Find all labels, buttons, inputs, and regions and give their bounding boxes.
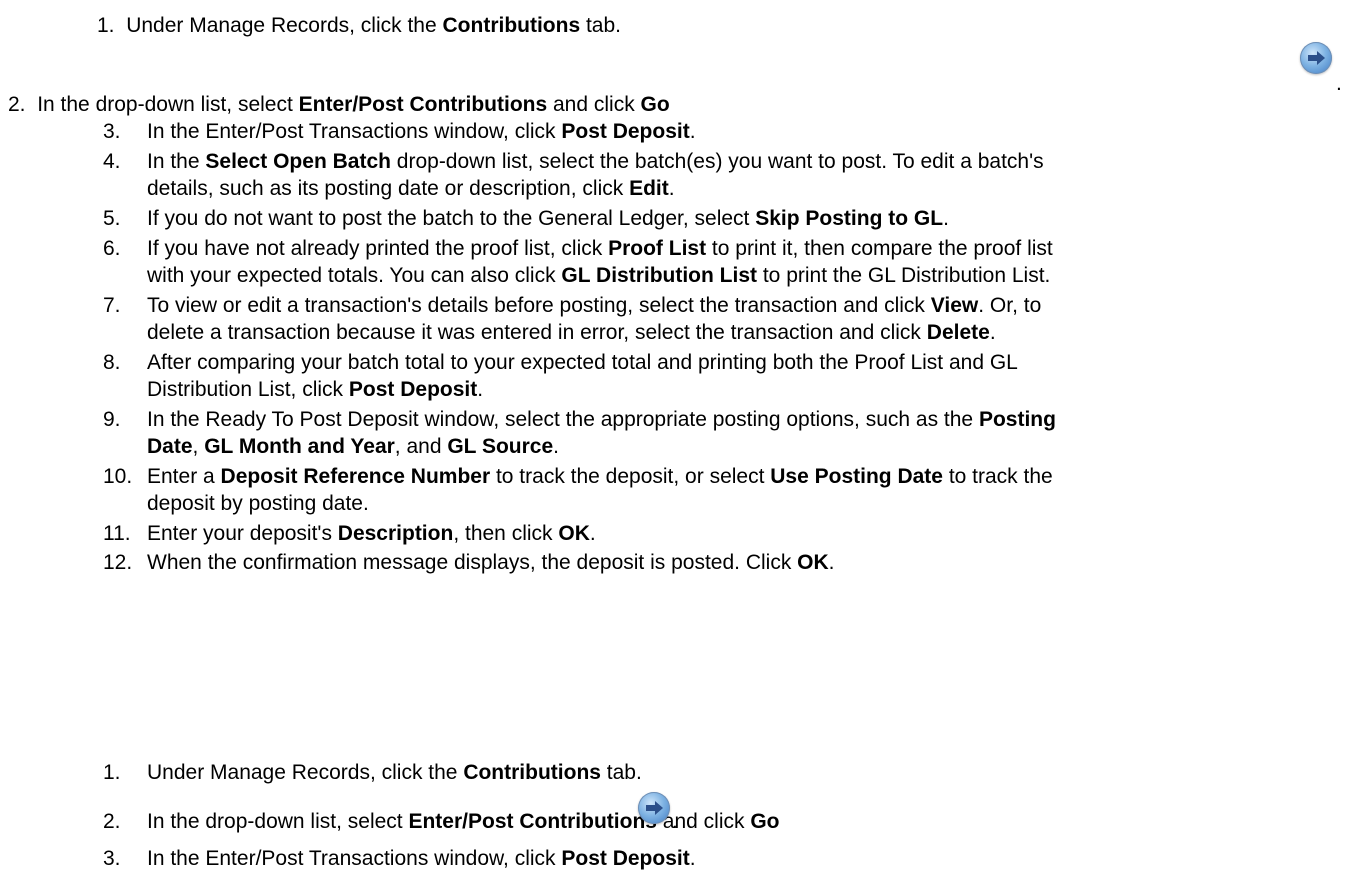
go-arrow-icon[interactable]	[638, 792, 670, 824]
go-arrow-icon[interactable]	[1300, 42, 1332, 74]
top-step-1: 1. Under Manage Records, click the Contr…	[97, 14, 622, 37]
top-step-2: 2. In the drop-down list, select Enter/P…	[8, 93, 670, 116]
stray-period: .	[1336, 72, 1342, 95]
bottom-step-2-period: .	[672, 810, 678, 833]
